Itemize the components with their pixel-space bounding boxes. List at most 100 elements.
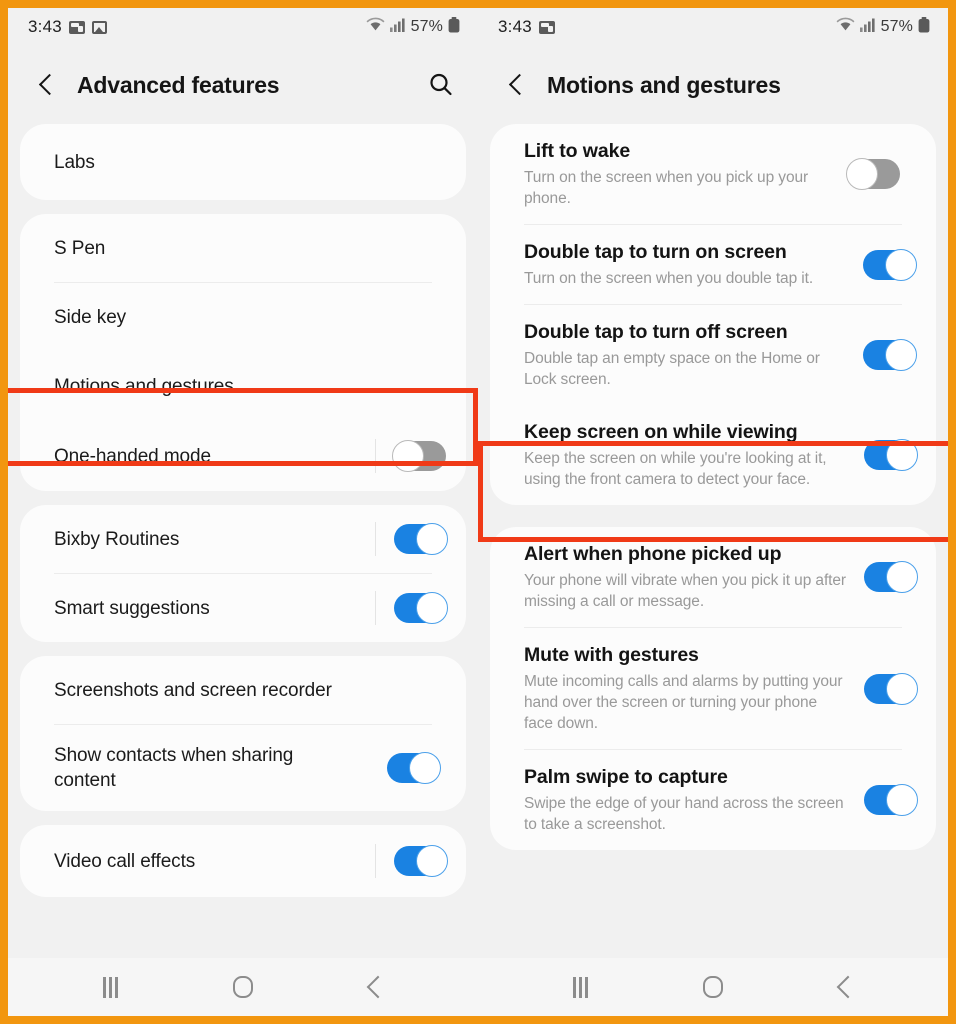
- signal-icon: [389, 18, 406, 37]
- recents-button[interactable]: [82, 967, 138, 1007]
- list-item-mute-with-gestures[interactable]: Mute with gestures Mute incoming calls a…: [490, 628, 936, 749]
- list-item-description: Swipe the edge of your hand across the s…: [524, 795, 844, 833]
- toggle-knob: [416, 523, 448, 555]
- right-settings-list[interactable]: Lift to wake Turn on the screen when you…: [478, 124, 948, 958]
- toggle-palm-swipe-to-capture[interactable]: [864, 784, 918, 816]
- row-texts: S Pen: [54, 221, 446, 276]
- list-item-bixby-routines[interactable]: Bixby Routines: [20, 505, 466, 573]
- battery-percent: 57%: [410, 18, 443, 35]
- left-app-bar: Advanced features: [8, 46, 478, 124]
- search-icon[interactable]: [426, 70, 456, 100]
- list-item-side-key[interactable]: Side key: [20, 283, 466, 351]
- list-item-label: Motions and gestures: [54, 375, 234, 397]
- list-item-double-tap-to-turn-on-screen[interactable]: Double tap to turn on screen Turn on the…: [490, 225, 936, 304]
- page-title: Motions and gestures: [547, 71, 781, 98]
- toggle-double-tap-on[interactable]: [863, 248, 917, 281]
- toggle-knob: [416, 845, 448, 877]
- row-texts: Double tap to turn off screen Double tap…: [524, 305, 849, 405]
- list-item-show-contacts-when-sharing-content[interactable]: Show contacts when sharing content: [20, 725, 466, 811]
- list-item-label: Side key: [54, 306, 127, 328]
- toggle-knob: [409, 752, 441, 784]
- back-chevron-icon[interactable]: [504, 72, 530, 98]
- list-item-label: Labs: [54, 151, 95, 173]
- status-left-group: 3:43: [498, 17, 555, 37]
- settings-group: Screenshots and screen recorder Show con…: [20, 656, 466, 811]
- toggle-wrap: [375, 591, 448, 625]
- toggle-keep-screen-on[interactable]: [864, 439, 918, 471]
- toggle-bixby-routines[interactable]: [394, 523, 448, 555]
- status-right-group: 57%: [836, 16, 930, 38]
- row-texts: Lift to wake Turn on the screen when you…: [524, 124, 834, 224]
- back-chevron-icon[interactable]: [34, 72, 60, 98]
- list-item-double-tap-to-turn-off-screen[interactable]: Double tap to turn off screen Double tap…: [490, 305, 936, 405]
- list-item-s-pen[interactable]: S Pen: [20, 214, 466, 282]
- list-item-motions-and-gestures[interactable]: Motions and gestures: [20, 351, 466, 421]
- toggle-wrap: [846, 158, 900, 190]
- list-item-lift-to-wake[interactable]: Lift to wake Turn on the screen when you…: [490, 124, 936, 224]
- toggle-separator: [375, 591, 376, 625]
- toggle-wrap: [863, 248, 917, 281]
- back-icon: [366, 975, 390, 999]
- list-item-video-call-effects[interactable]: Video call effects: [20, 825, 466, 897]
- list-item-palm-swipe-to-capture[interactable]: Palm swipe to capture Swipe the edge of …: [490, 750, 936, 850]
- list-item-alert-when-phone-picked-up[interactable]: Alert when phone picked up Your phone wi…: [490, 527, 936, 627]
- list-item-description: Turn on the screen when you double tap i…: [524, 270, 814, 287]
- toggle-double-tap-off[interactable]: [863, 339, 917, 371]
- list-item-label: Palm swipe to capture: [524, 766, 728, 788]
- toggle-alert-when-picked-up[interactable]: [864, 561, 918, 593]
- toggle-wrap: [375, 522, 448, 556]
- toggle-one-handed-mode[interactable]: [392, 440, 446, 472]
- list-item-screenshots-and-screen-recorder[interactable]: Screenshots and screen recorder: [20, 656, 466, 724]
- home-button[interactable]: [685, 967, 741, 1007]
- toggle-show-contacts-when-sharing[interactable]: [387, 752, 441, 784]
- toggle-separator: [375, 522, 376, 556]
- right-status-bar: 3:43 57%: [478, 8, 948, 46]
- settings-group: Labs: [20, 124, 466, 200]
- row-texts: Screenshots and screen recorder: [54, 663, 446, 718]
- list-item-label: Double tap to turn on screen: [524, 241, 787, 263]
- row-texts: Show contacts when sharing content: [54, 728, 354, 808]
- list-item-description: Turn on the screen when you pick up your…: [524, 169, 809, 207]
- list-item-keep-screen-on-while-viewing[interactable]: Keep screen on while viewing Keep the sc…: [490, 405, 936, 505]
- recents-button[interactable]: [552, 967, 608, 1007]
- toggle-smart-suggestions[interactable]: [394, 592, 448, 624]
- right-app-bar: Motions and gestures: [478, 46, 948, 124]
- settings-group: S Pen Side key Motions and gestures One-…: [20, 214, 466, 491]
- back-button[interactable]: [348, 967, 404, 1007]
- list-item-labs[interactable]: Labs: [20, 124, 466, 200]
- screenshot-icon: [538, 20, 555, 34]
- list-item-label: Lift to wake: [524, 140, 631, 162]
- toggle-lift-to-wake[interactable]: [846, 158, 900, 190]
- list-item-description: Keep the screen on while you're looking …: [524, 450, 827, 488]
- toggle-wrap: [864, 672, 918, 705]
- settings-group: Bixby Routines Smart suggestions: [20, 505, 466, 642]
- row-texts: Alert when phone picked up Your phone wi…: [524, 527, 850, 627]
- toggle-knob: [886, 561, 918, 593]
- list-item-label: One-handed mode: [54, 445, 211, 467]
- recents-icon: [573, 976, 588, 998]
- screenshot-icon: [68, 20, 85, 34]
- toggle-mute-with-gestures[interactable]: [864, 672, 918, 705]
- toggle-knob: [885, 248, 917, 281]
- toggle-video-call-effects[interactable]: [394, 845, 448, 877]
- left-settings-list[interactable]: Labs S Pen Side key Motions and gestures…: [8, 124, 478, 958]
- toggle-wrap: [864, 561, 918, 593]
- home-icon: [702, 976, 723, 998]
- list-item-smart-suggestions[interactable]: Smart suggestions: [20, 574, 466, 642]
- right-navigation-bar: [478, 958, 948, 1016]
- toggle-wrap: [375, 844, 448, 878]
- toggle-separator: [375, 844, 376, 878]
- list-item-label: Video call effects: [54, 850, 196, 872]
- row-texts: Keep screen on while viewing Keep the sc…: [524, 405, 850, 505]
- row-texts: Mute with gestures Mute incoming calls a…: [524, 628, 850, 749]
- toggle-knob: [416, 592, 448, 624]
- back-button[interactable]: [818, 967, 874, 1007]
- home-button[interactable]: [215, 967, 271, 1007]
- list-item-label: S Pen: [54, 237, 106, 259]
- toggle-knob: [886, 672, 918, 705]
- wifi-icon: [366, 17, 385, 37]
- list-item-one-handed-mode[interactable]: One-handed mode: [20, 421, 466, 491]
- list-item-label: Keep screen on while viewing: [524, 421, 798, 443]
- row-texts: Palm swipe to capture Swipe the edge of …: [524, 750, 850, 850]
- list-item-label: Alert when phone picked up: [524, 543, 782, 565]
